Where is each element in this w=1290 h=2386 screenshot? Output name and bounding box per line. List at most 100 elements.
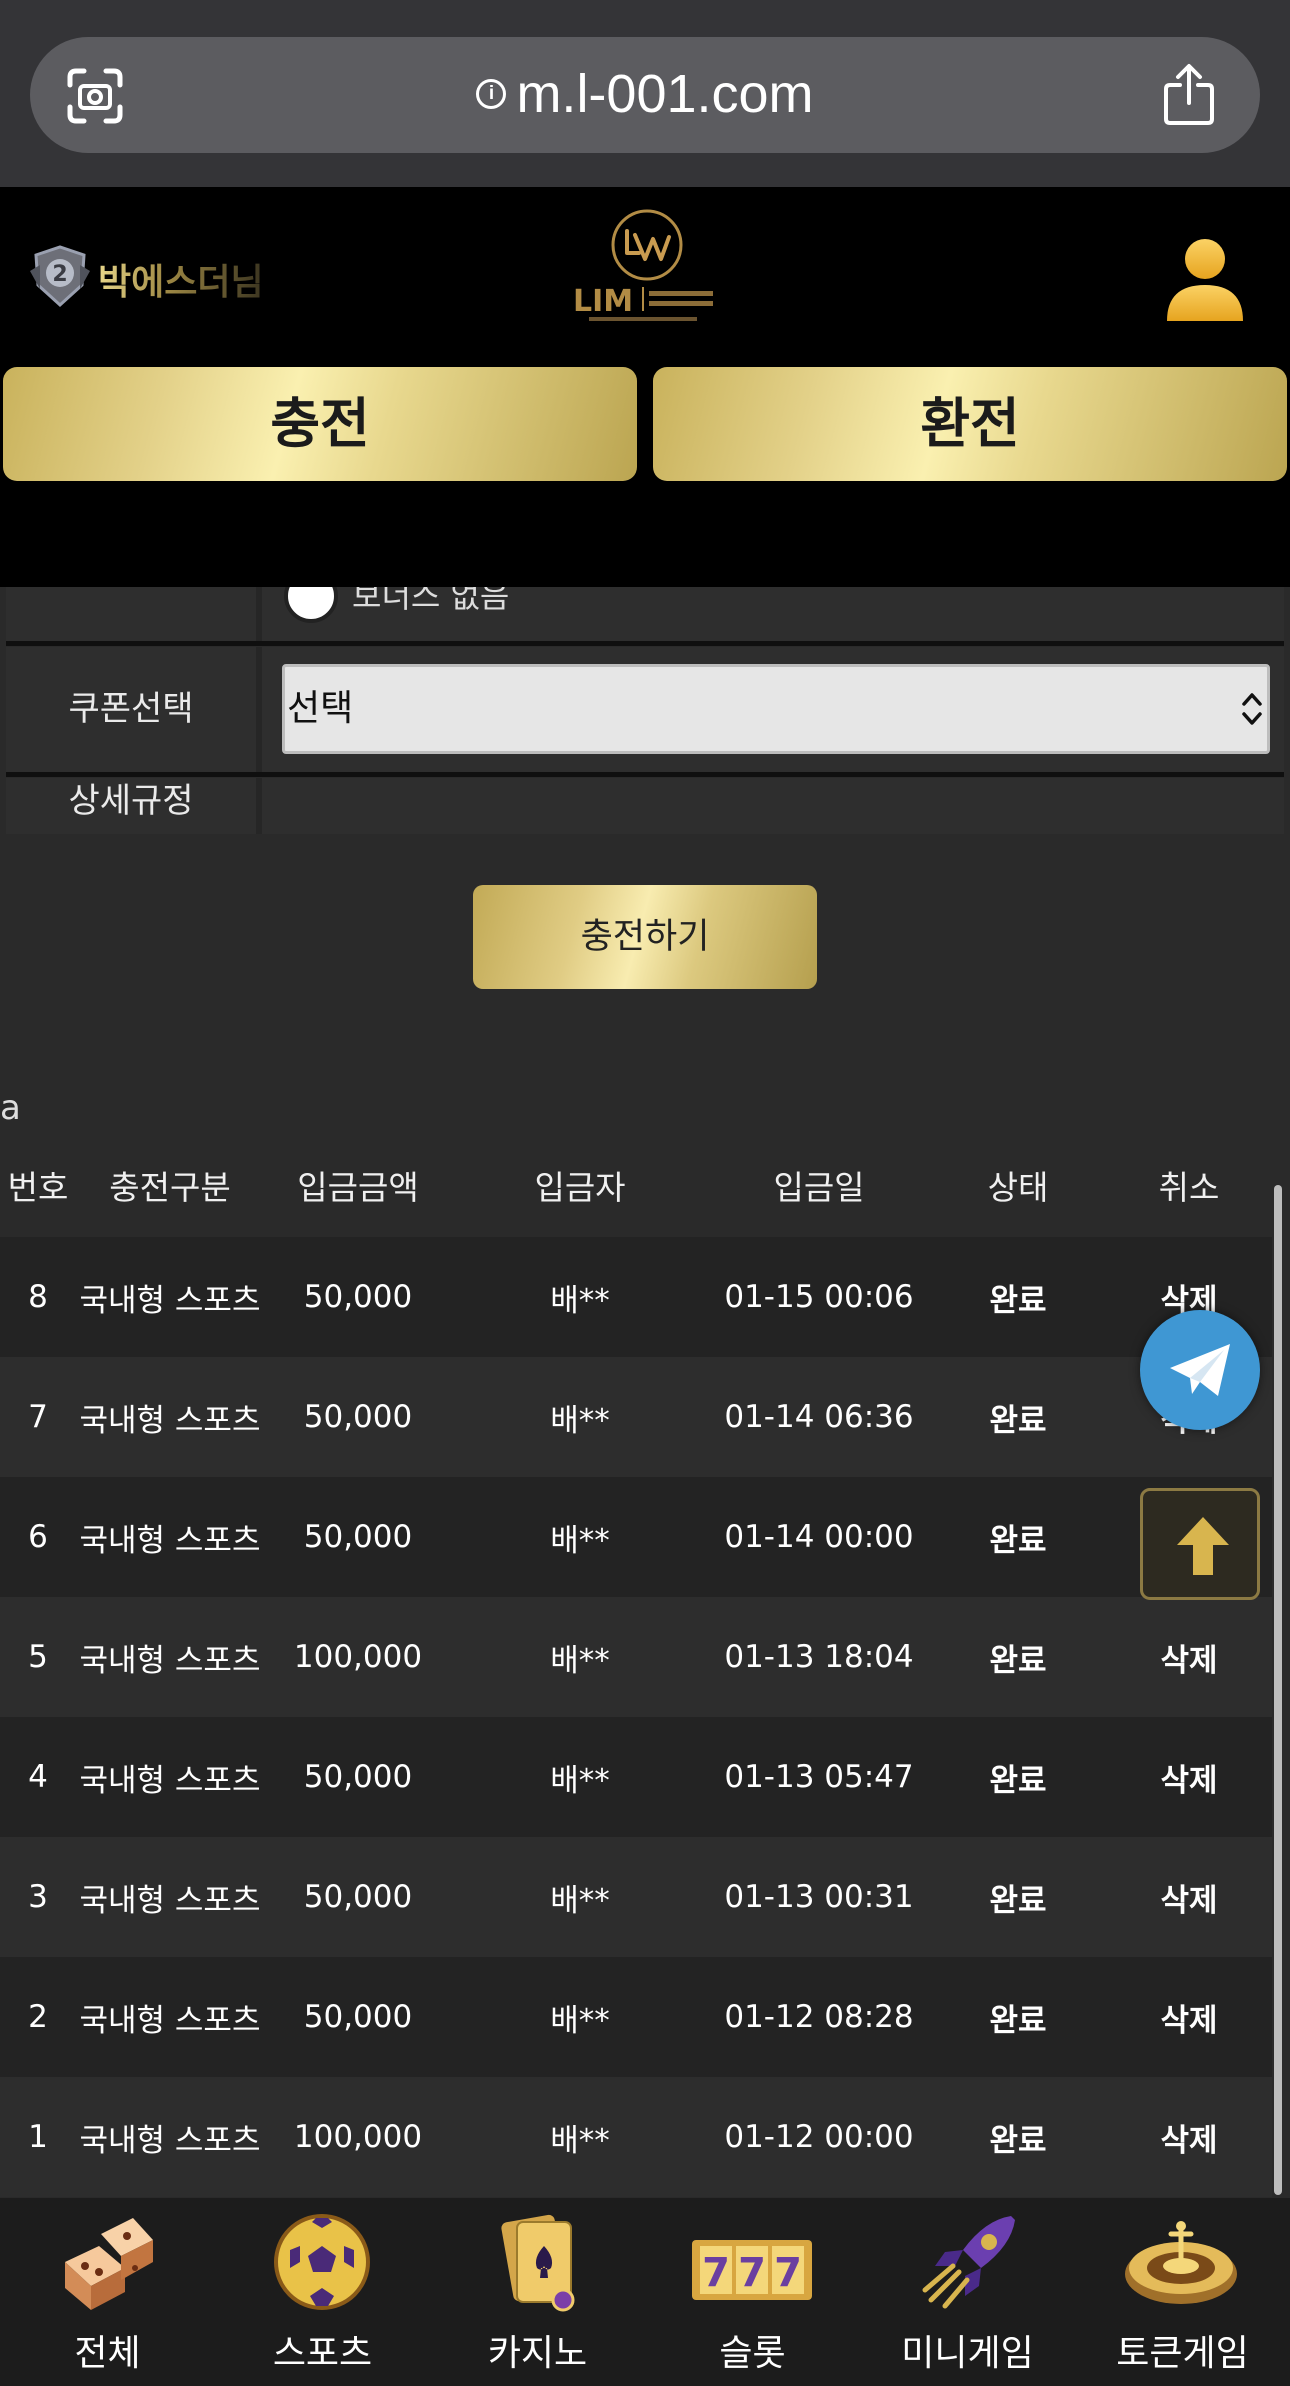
site-header: 2 박에스더님 LIM 충전 환전: [0, 187, 1290, 587]
cell-number: 5: [28, 1639, 48, 1675]
cell-depositor: 배**: [550, 1522, 610, 1559]
cell-number: 3: [28, 1879, 48, 1915]
browser-toolbar: i m.l-001.com: [0, 0, 1290, 187]
table-row: 1 국내형 스포츠 100,000 배** 01-12 00:00 완료 삭제: [0, 2077, 1272, 2197]
coupon-row: 쿠폰선택 선택: [6, 647, 1284, 772]
delete-button[interactable]: 삭제: [1106, 1837, 1272, 1957]
cell-depositor: 배**: [550, 1762, 610, 1799]
header-cell: 충전구분: [109, 1168, 231, 1207]
coupon-value-cell: 선택: [262, 647, 1284, 772]
share-icon[interactable]: [1160, 63, 1218, 127]
table-header: 번호 충전구분 입금금액 입금자 입금일 상태 취소: [0, 1133, 1272, 1237]
cell-type: 국내형 스포츠: [79, 1282, 261, 1319]
address-bar[interactable]: i m.l-001.com: [30, 37, 1260, 153]
profile-icon[interactable]: [1165, 235, 1245, 325]
scroll-top-button[interactable]: [1140, 1488, 1260, 1600]
cell-amount: 50,000: [303, 1759, 413, 1795]
charge-tab-button[interactable]: 충전: [3, 367, 637, 481]
nav-item-casino[interactable]: 카지노: [430, 2198, 645, 2386]
coupon-select-value: 선택: [287, 688, 354, 729]
cell-number: 4: [28, 1759, 48, 1795]
delete-button[interactable]: 삭제: [1106, 1957, 1272, 2077]
cell-status: 완료: [989, 1762, 1047, 1799]
scrollbar[interactable]: [1274, 1185, 1282, 2195]
cell-amount: 50,000: [303, 1999, 413, 2035]
delete-button[interactable]: 삭제: [1106, 1597, 1272, 1717]
svg-text:LIM: LIM: [573, 284, 633, 319]
rocket-icon: [922, 2216, 1015, 2309]
cards-icon: [501, 2214, 575, 2312]
info-icon: i: [476, 78, 507, 109]
dice-icon: [65, 2218, 153, 2310]
cell-date: 01-14 06:36: [724, 1399, 914, 1435]
lim-logo[interactable]: LIM: [565, 207, 725, 329]
row-value: 보너스 없음: [262, 587, 1284, 641]
cell-amount: 50,000: [303, 1519, 413, 1555]
cell-depositor: 배**: [550, 1282, 610, 1319]
cell-date: 01-13 05:47: [724, 1759, 914, 1795]
roulette-icon: [1125, 2221, 1237, 2304]
cell-type: 국내형 스포츠: [79, 1882, 261, 1919]
cell-number: 1: [28, 2119, 48, 2155]
cell-type: 국내형 스포츠: [79, 1762, 261, 1799]
cell-type: 국내형 스포츠: [79, 1522, 261, 1559]
header-cell: 취소: [1158, 1168, 1220, 1207]
cell-status: 완료: [989, 2002, 1047, 2039]
header-cell: 번호: [7, 1168, 69, 1207]
url-value: m.l-001.com: [516, 64, 814, 124]
username[interactable]: 박에스더님: [98, 253, 264, 305]
cell-type: 국내형 스포츠: [79, 2002, 261, 2039]
divider: [6, 772, 1284, 777]
cell-status: 완료: [989, 1402, 1047, 1439]
detail-rules-row: 상세규정: [6, 778, 1284, 834]
cell-number: 2: [28, 1999, 48, 2035]
nav-item-sports[interactable]: 스포츠: [215, 2198, 430, 2386]
bottom-navigation: 전체 스포츠 카지노 7 7 7 슬롯 미니게임 토큰게임: [0, 2198, 1290, 2386]
header-cell: 입금금액: [297, 1168, 419, 1207]
table-row: 4 국내형 스포츠 50,000 배** 01-13 05:47 완료 삭제: [0, 1717, 1272, 1837]
exchange-tab-button[interactable]: 환전: [653, 367, 1287, 481]
cell-status: 완료: [989, 1522, 1047, 1559]
nav-label: 슬롯: [719, 2333, 786, 2374]
cell-amount: 50,000: [303, 1879, 413, 1915]
header-cell: 입금자: [534, 1168, 626, 1207]
cell-number: 8: [28, 1279, 48, 1315]
table-row: 7 국내형 스포츠 50,000 배** 01-14 06:36 완료 삭제: [0, 1357, 1272, 1477]
nav-item-minigame[interactable]: 미니게임: [860, 2198, 1075, 2386]
cell-depositor: 배**: [550, 1882, 610, 1919]
bonus-radio-label: 보너스 없음: [352, 587, 510, 615]
detail-rules-label: 상세규정: [6, 778, 256, 834]
rank-badge-icon: 2: [30, 245, 90, 308]
cell-date: 01-12 00:00: [724, 2119, 914, 2155]
nav-item-slot[interactable]: 7 7 7 슬롯: [645, 2198, 860, 2386]
nav-label: 토큰게임: [1116, 2333, 1249, 2374]
cell-amount: 50,000: [303, 1399, 413, 1435]
divider: [6, 641, 1284, 646]
table-row: 3 국내형 스포츠 50,000 배** 01-13 00:31 완료 삭제: [0, 1837, 1272, 1957]
cell-date: 01-13 00:31: [724, 1879, 914, 1915]
svg-text:7: 7: [702, 2250, 730, 2296]
soccer-ball-icon: [274, 2214, 370, 2310]
table-row: 6 국내형 스포츠 50,000 배** 01-14 00:00 완료 삭제: [0, 1477, 1272, 1597]
delete-button[interactable]: 삭제: [1106, 1717, 1272, 1837]
svg-text:7: 7: [774, 2250, 802, 2296]
delete-button[interactable]: 삭제: [1106, 2077, 1272, 2197]
cell-amount: 100,000: [293, 1639, 423, 1675]
url-text[interactable]: i m.l-001.com: [30, 63, 1260, 125]
cell-amount: 100,000: [293, 2119, 423, 2155]
telegram-button[interactable]: [1140, 1310, 1260, 1430]
cell-status: 완료: [989, 1282, 1047, 1319]
cell-type: 국내형 스포츠: [79, 1402, 261, 1439]
coupon-select[interactable]: 선택: [282, 664, 1270, 754]
cell-depositor: 배**: [550, 1642, 610, 1679]
bonus-option-row: 보너스 없음: [6, 587, 1284, 641]
cell-status: 완료: [989, 1882, 1047, 1919]
bonus-radio[interactable]: [284, 587, 338, 623]
nav-item-token-game[interactable]: 토큰게임: [1075, 2198, 1290, 2386]
nav-label: 전체: [74, 2333, 141, 2374]
header-cell: 상태: [987, 1168, 1049, 1207]
nav-item-all[interactable]: 전체: [0, 2198, 215, 2386]
charge-submit-button[interactable]: 충전하기: [473, 885, 817, 989]
detail-rules-value: [262, 778, 1284, 834]
select-chevron-icon: [1242, 693, 1262, 725]
